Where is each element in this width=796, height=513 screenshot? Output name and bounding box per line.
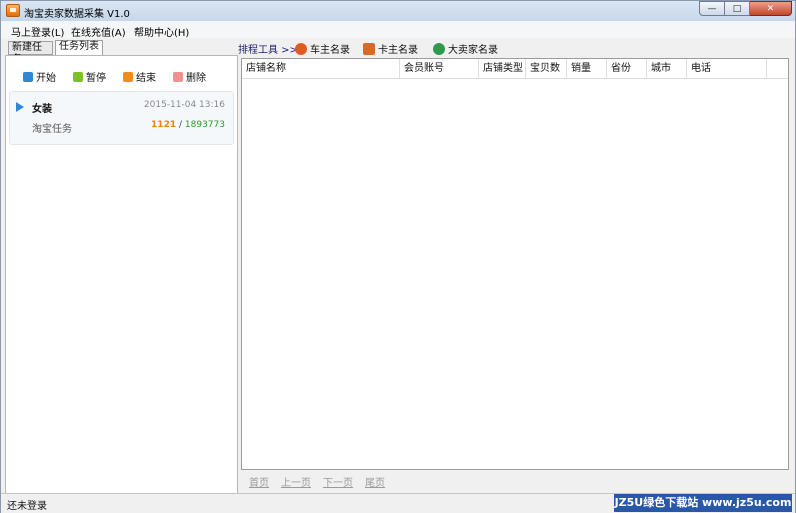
title-bar[interactable]: 淘宝卖家数据采集 V1.0 — □ ✕: [1, 1, 795, 21]
car-icon: [295, 42, 307, 55]
first-page-link[interactable]: 首页: [249, 474, 269, 489]
pause-icon: [73, 71, 83, 82]
col-phone[interactable]: 电话: [687, 59, 767, 78]
app-icon: [6, 4, 20, 17]
close-button[interactable]: ✕: [750, 1, 792, 16]
window-title: 淘宝卖家数据采集 V1.0: [24, 9, 130, 20]
watermark: JZ5U绿色下载站 www.jz5u.com: [614, 494, 792, 512]
menu-help[interactable]: 帮助中心(H): [134, 24, 189, 39]
task-count-separator: /: [178, 120, 183, 130]
col-member-account[interactable]: 会员账号: [400, 59, 479, 78]
tools-label-text: 排程工具 >>: [238, 45, 298, 56]
window-controls: — □ ✕: [699, 1, 792, 17]
card-owner-list-button[interactable]: 卡主名录: [363, 41, 418, 56]
results-table[interactable]: 店铺名称 会员账号 店铺类型 宝贝数 销量 省份 城市 电话: [241, 58, 789, 470]
start-label: 开始: [36, 73, 56, 84]
delete-label: 删除: [186, 73, 206, 84]
pause-button[interactable]: 暂停: [73, 69, 106, 84]
menu-bar: 马上登录(L) 在线充值(A) 帮助中心(H): [1, 21, 795, 39]
stop-label: 结束: [136, 73, 156, 84]
pause-label: 暂停: [86, 73, 106, 84]
app-window: 淘宝卖家数据采集 V1.0 — □ ✕ 马上登录(L) 在线充值(A) 帮助中心…: [0, 0, 796, 513]
status-bar: 还未登录 JZ5U绿色下载站 www.jz5u.com: [1, 493, 795, 513]
task-name: 女装: [32, 104, 52, 115]
task-type: 淘宝任务: [32, 124, 72, 135]
col-province[interactable]: 省份: [607, 59, 647, 78]
stop-icon: [123, 71, 133, 82]
col-shop-name[interactable]: 店铺名称: [242, 59, 400, 78]
tools-label: 排程工具 >>: [238, 41, 298, 56]
house-icon: [363, 42, 375, 55]
stop-button[interactable]: 结束: [123, 69, 156, 84]
start-button[interactable]: 开始: [23, 69, 56, 84]
globe-icon: [433, 42, 445, 55]
pager: 首页 上一页 下一页 尾页: [249, 474, 397, 489]
big-seller-list-button[interactable]: 大卖家名录: [433, 41, 498, 56]
last-page-link[interactable]: 尾页: [365, 474, 385, 489]
minimize-button[interactable]: —: [699, 1, 725, 16]
col-city[interactable]: 城市: [647, 59, 687, 78]
login-status: 还未登录: [7, 501, 47, 512]
task-item[interactable]: 女装 2015-11-04 13:16 淘宝任务 1121 / 1893773: [9, 91, 234, 145]
tab-task-list[interactable]: 任务列表: [55, 40, 103, 56]
car-owner-list-button[interactable]: 车主名录: [295, 41, 350, 56]
menu-recharge[interactable]: 在线充值(A): [71, 24, 126, 39]
table-header: 店铺名称 会员账号 店铺类型 宝贝数 销量 省份 城市 电话: [242, 59, 788, 79]
car-owner-list-label: 车主名录: [310, 45, 350, 56]
delete-icon: [173, 71, 183, 82]
task-list-panel: 开始 暂停 结束 删除 女装 2015-11-04 13:16 淘宝任务 112…: [5, 55, 238, 494]
task-total-count: 1893773: [184, 120, 225, 130]
col-item-count[interactable]: 宝贝数: [526, 59, 567, 78]
task-done-count: 1121: [151, 120, 177, 130]
task-time: 2015-11-04 13:16: [143, 100, 225, 110]
next-page-link[interactable]: 下一页: [323, 474, 353, 489]
task-progress: 1121 / 1893773: [151, 120, 225, 130]
prev-page-link[interactable]: 上一页: [281, 474, 311, 489]
col-sales[interactable]: 销量: [567, 59, 607, 78]
col-shop-type[interactable]: 店铺类型: [479, 59, 526, 78]
delete-button[interactable]: 删除: [173, 69, 206, 84]
task-play-icon: [16, 102, 24, 112]
maximize-button[interactable]: □: [725, 1, 750, 16]
card-owner-list-label: 卡主名录: [378, 45, 418, 56]
big-seller-list-label: 大卖家名录: [448, 45, 498, 56]
play-icon: [23, 71, 33, 82]
menu-login[interactable]: 马上登录(L): [11, 24, 64, 39]
tab-new-task[interactable]: 新建任务: [8, 41, 53, 65]
